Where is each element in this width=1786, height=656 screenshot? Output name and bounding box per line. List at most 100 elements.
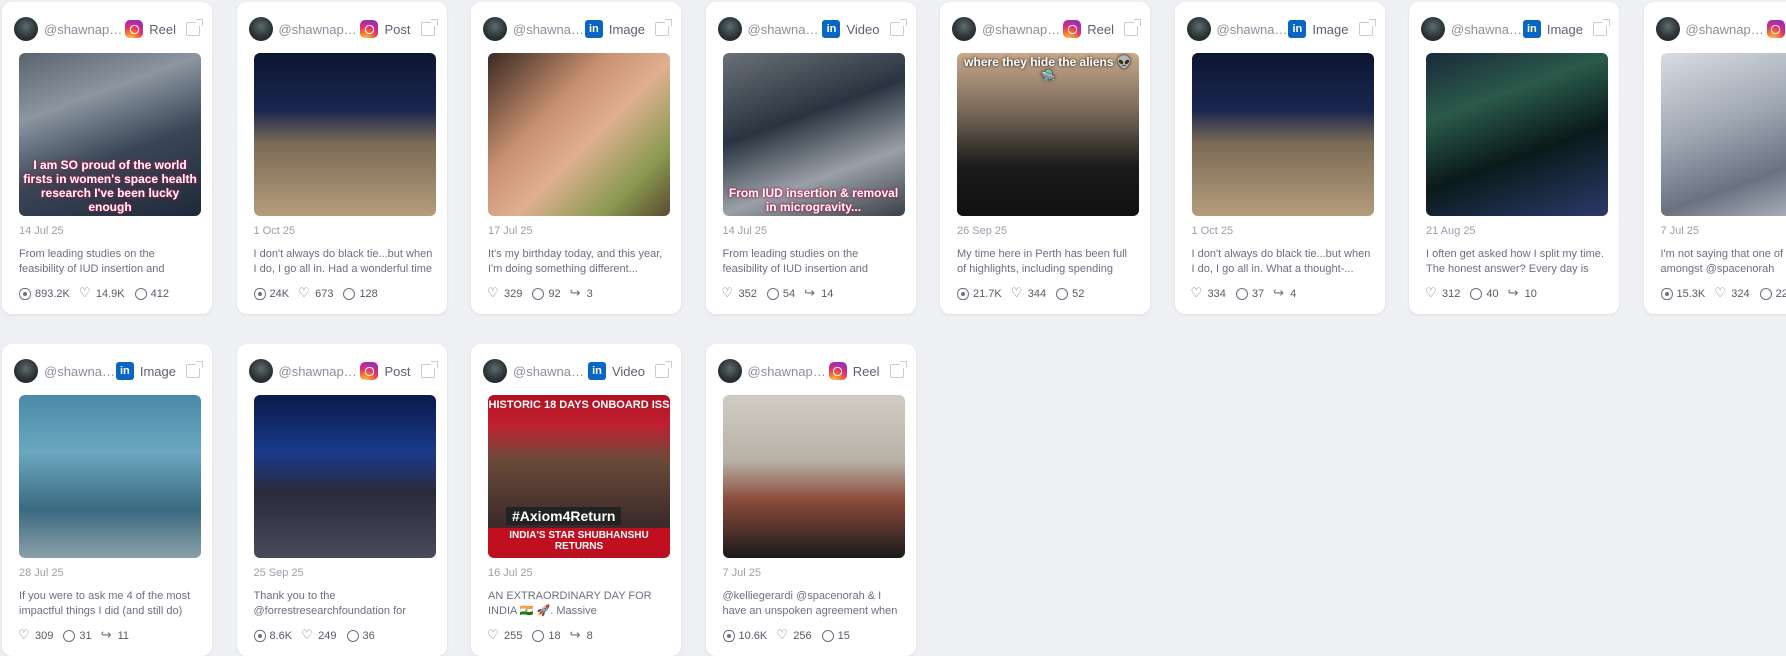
platform-badge: inImage — [116, 362, 200, 380]
stat-share: 14 — [805, 288, 833, 300]
post-thumbnail[interactable]: HISTORIC 18 DAYS ONBOARD ISS#Axiom4Retur… — [488, 395, 670, 558]
post-card[interactable]: @shawnapan...Reel 7 Jul 25 @kelliegerardi … — [706, 344, 916, 656]
post-card[interactable]: @shawnapan...inVideoHISTORIC 18 DAYS ONB… — [471, 344, 681, 656]
instagram-icon — [1767, 20, 1785, 38]
engagement-stats: 3093111 — [19, 630, 129, 642]
stat-value: 4 — [1290, 288, 1296, 300]
external-link-icon[interactable] — [421, 22, 435, 36]
linkedin-icon: in — [822, 20, 840, 38]
post-thumbnail[interactable] — [488, 53, 670, 216]
share-icon — [1509, 288, 1521, 300]
post-type-label: Video — [612, 364, 645, 379]
post-thumbnail[interactable] — [723, 395, 905, 558]
external-link-icon[interactable] — [421, 364, 435, 378]
comment-icon — [532, 288, 544, 300]
stat-comment: 31 — [63, 630, 91, 642]
eye-icon — [254, 630, 266, 642]
post-card[interactable]: @shawnapan...Post25 Sep 25Thank you to t… — [237, 344, 447, 656]
post-thumbnail[interactable] — [1192, 53, 1374, 216]
stat-value: 18 — [548, 630, 560, 642]
post-card[interactable]: @shawnapan...inImage28 Jul 25If you were… — [2, 344, 212, 656]
thumbnail-caption: From IUD insertion & removal in microgra… — [723, 186, 905, 216]
stat-value: 324 — [1731, 288, 1749, 300]
post-date: 7 Jul 25 — [723, 567, 762, 579]
engagement-stats: 255188 — [488, 630, 593, 642]
post-card[interactable]: @shawnapan...inImage1 Oct 25I don't alwa… — [1175, 2, 1385, 314]
heart-icon — [1426, 288, 1438, 300]
post-thumbnail[interactable] — [1661, 53, 1786, 216]
external-link-icon[interactable] — [890, 22, 904, 36]
account-handle: @shawnapan... — [279, 364, 361, 379]
engagement-stats: 15.3K32422 — [1661, 288, 1786, 300]
stat-comment: 22 — [1760, 288, 1786, 300]
stat-comment: 15 — [822, 630, 850, 642]
post-thumbnail[interactable]: From IUD insertion & removal in microgra… — [723, 53, 905, 216]
post-description: @kelliegerardi @spacenorah & I have an u… — [723, 589, 905, 619]
external-link-icon[interactable] — [890, 364, 904, 378]
avatar — [14, 17, 38, 41]
external-link-icon[interactable] — [186, 364, 200, 378]
thumbnail-top-caption: where they hide the aliens 👽🛸 — [957, 55, 1139, 83]
instagram-glyph — [833, 367, 842, 376]
post-card[interactable]: @shawnapan...Post1 Oct 25I don't always … — [237, 2, 447, 314]
stat-value: 309 — [35, 630, 53, 642]
linkedin-icon: in — [116, 362, 134, 380]
post-thumbnail[interactable]: where they hide the aliens 👽🛸 — [957, 53, 1139, 216]
heart-icon — [1012, 288, 1024, 300]
post-type-label: Post — [384, 22, 410, 37]
post-card[interactable]: @shawnapan...Reel I am SO proud of the wo… — [2, 2, 212, 314]
card-header: @shawnapan...Post — [249, 14, 435, 44]
external-link-icon[interactable] — [1359, 22, 1373, 36]
stat-value: 54 — [783, 288, 795, 300]
post-card[interactable]: @shawnapan...Reel7 Jul 25I'm not saying … — [1644, 2, 1786, 314]
share-icon — [1274, 288, 1286, 300]
post-date: 16 Jul 25 — [488, 567, 533, 579]
stat-eye: 10.6K — [723, 630, 768, 642]
post-thumbnail[interactable] — [254, 395, 436, 558]
account-handle: @shawnapan... — [748, 364, 829, 379]
instagram-icon — [1063, 20, 1081, 38]
post-card[interactable]: @shawnapan...Reelwhere they hide the ali… — [940, 2, 1150, 314]
post-card[interactable]: @shawnapan...inImage17 Jul 25It's my bir… — [471, 2, 681, 314]
video-ticker: INDIA'S STAR SHUBHANSHU RETURNS — [488, 528, 670, 554]
post-date: 1 Oct 25 — [1192, 225, 1234, 237]
comment-icon — [1470, 288, 1482, 300]
post-date: 25 Sep 25 — [254, 567, 304, 579]
stat-heart: 324 — [1715, 288, 1749, 300]
post-thumbnail[interactable] — [19, 395, 201, 558]
platform-badge: Reel — [125, 20, 200, 38]
stat-value: 21.7K — [973, 288, 1002, 300]
post-thumbnail[interactable]: I am SO proud of the world firsts in wom… — [19, 53, 201, 216]
post-type-label: Image — [609, 22, 645, 37]
instagram-icon — [360, 362, 378, 380]
stat-comment: 18 — [532, 630, 560, 642]
external-link-icon[interactable] — [1124, 22, 1138, 36]
platform-badge: Reel — [829, 362, 904, 380]
engagement-stats: 21.7K34452 — [957, 288, 1084, 300]
heart-icon — [777, 630, 789, 642]
post-card[interactable]: @shawnapan...inImage21 Aug 25I often get… — [1409, 2, 1619, 314]
external-link-icon[interactable] — [655, 22, 669, 36]
post-description: From leading studies on the feasibility … — [19, 247, 201, 277]
post-thumbnail[interactable] — [1426, 53, 1608, 216]
video-hashtag: #Axiom4Return — [506, 507, 621, 525]
platform-badge: Post — [360, 362, 434, 380]
comment-icon — [532, 630, 544, 642]
external-link-icon[interactable] — [186, 22, 200, 36]
stat-value: 22 — [1776, 288, 1786, 300]
stat-value: 10 — [1525, 288, 1537, 300]
avatar — [1187, 17, 1211, 41]
external-link-icon[interactable] — [655, 364, 669, 378]
account-handle: @shawnapan... — [44, 22, 125, 37]
engagement-stats: 10.6K25615 — [723, 630, 850, 642]
stat-heart: 329 — [488, 288, 522, 300]
account-handle: @shawnapan... — [44, 364, 116, 379]
comment-icon — [1760, 288, 1772, 300]
stat-share: 10 — [1509, 288, 1537, 300]
comment-icon — [1056, 288, 1068, 300]
external-link-icon[interactable] — [1593, 22, 1607, 36]
stat-value: 344 — [1028, 288, 1046, 300]
account-handle: @shawnapan... — [513, 364, 588, 379]
post-card[interactable]: @shawnapan...inVideoFrom IUD insertion &… — [706, 2, 916, 314]
post-thumbnail[interactable] — [254, 53, 436, 216]
